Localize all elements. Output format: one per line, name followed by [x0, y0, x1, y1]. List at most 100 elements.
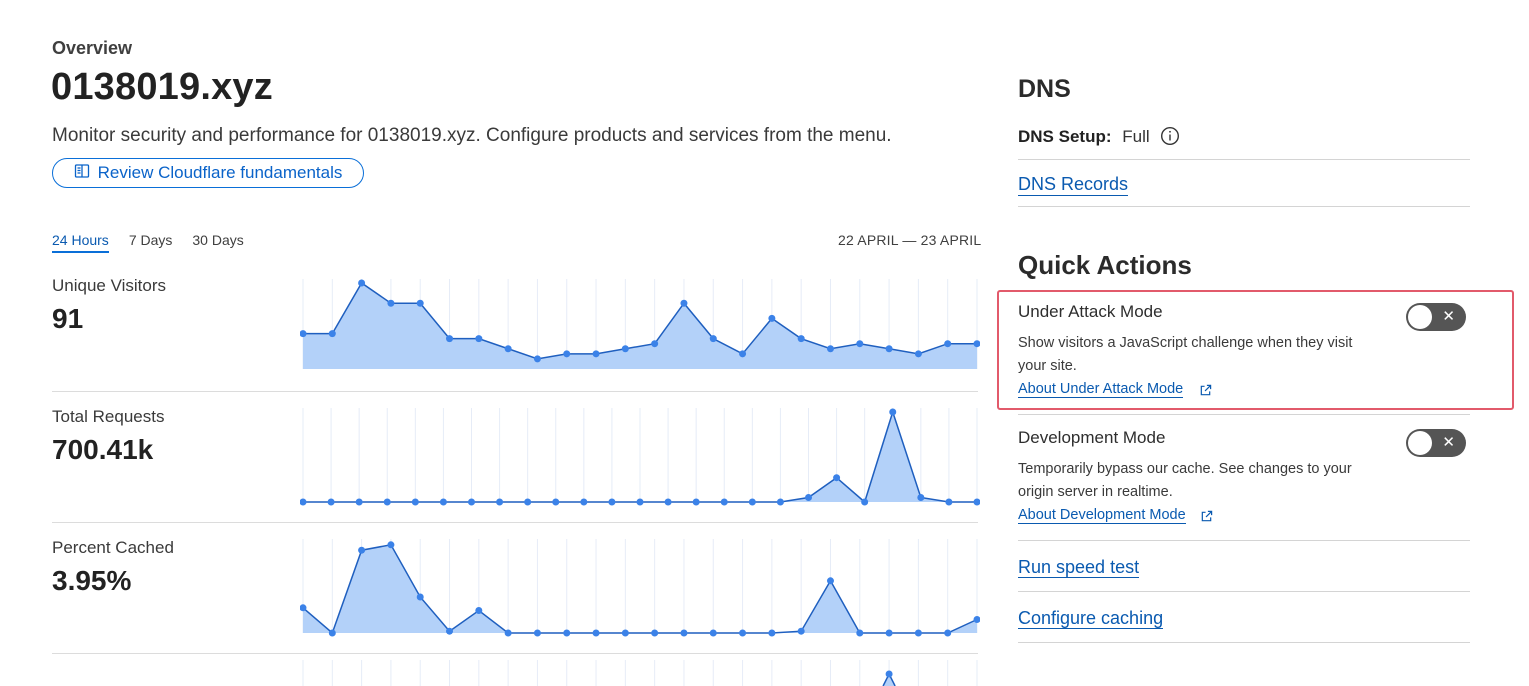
dev-mode-title: Development Mode	[1018, 428, 1166, 447]
data-point	[327, 498, 335, 506]
metric-percent-cached: Percent Cached 3.95%	[52, 523, 980, 654]
data-point	[914, 350, 922, 358]
data-point	[475, 335, 483, 343]
data-point	[636, 498, 644, 506]
divider	[1018, 642, 1470, 643]
percent-cached-chart	[300, 539, 980, 637]
data-point	[524, 498, 532, 506]
under-attack-toggle[interactable]: ✕	[1406, 303, 1466, 331]
under-attack-link-label: About Under Attack Mode	[1018, 381, 1184, 397]
dev-mode-link[interactable]: About Development Mode	[1018, 507, 1186, 524]
review-fundamentals-label: Review Cloudflare fundamentals	[97, 163, 343, 182]
data-point	[533, 355, 541, 363]
data-point	[387, 541, 395, 549]
data-point	[914, 629, 922, 637]
metric-label: Total Requests	[52, 407, 165, 426]
under-attack-title: Under Attack Mode	[1018, 302, 1163, 321]
data-point	[608, 498, 616, 506]
metric-value: 3.95%	[52, 565, 132, 596]
quick-actions-title: Quick Actions	[1018, 250, 1192, 280]
under-attack-description: Show visitors a JavaScript challenge whe…	[1018, 335, 1353, 374]
zone-description: Monitor security and performance for 013…	[52, 125, 892, 146]
data-point	[563, 629, 571, 637]
zone-title: 0138019.xyz	[51, 66, 273, 108]
metric-chart-partial	[300, 655, 980, 686]
series-area	[303, 544, 977, 633]
data-point	[621, 345, 629, 353]
data-point	[533, 629, 541, 637]
book-icon	[74, 163, 90, 184]
dev-mode-link-label: About Development Mode	[1018, 507, 1186, 523]
data-point	[856, 629, 864, 637]
data-point	[885, 670, 893, 678]
data-point	[664, 498, 672, 506]
data-point	[563, 350, 571, 358]
divider	[1018, 414, 1470, 415]
close-icon: ✕	[1442, 308, 1455, 325]
speed-test-row: Run speed test	[1018, 557, 1140, 578]
data-point	[856, 340, 864, 348]
data-point	[885, 345, 893, 353]
data-point	[496, 498, 504, 506]
unique-visitors-chart	[300, 279, 980, 369]
data-point	[300, 498, 307, 506]
toggle-knob	[1408, 305, 1432, 329]
data-point	[580, 498, 588, 506]
data-point	[358, 546, 366, 554]
dns-setup-value: Full	[1122, 127, 1150, 146]
data-point	[680, 629, 688, 637]
overview-label: Overview	[52, 38, 133, 58]
dns-setup: DNS Setup: Full	[1018, 126, 1470, 160]
data-point	[680, 299, 688, 307]
data-point	[416, 299, 424, 307]
data-point	[651, 340, 659, 348]
run-speed-test-link[interactable]: Run speed test	[1018, 557, 1140, 578]
tab-7-days[interactable]: 7 Days	[129, 232, 173, 253]
data-point	[797, 627, 805, 635]
data-point	[776, 498, 784, 506]
dev-mode-description: Temporarily bypass our cache. See change…	[1018, 461, 1352, 500]
review-fundamentals-button[interactable]: Review Cloudflare fundamentals	[52, 158, 364, 188]
data-point	[739, 629, 747, 637]
data-point	[504, 345, 512, 353]
metric-unique-visitors: Unique Visitors 91	[52, 261, 980, 392]
info-icon[interactable]	[1160, 126, 1180, 146]
data-point	[917, 494, 925, 501]
external-link-icon	[1200, 510, 1213, 528]
data-point	[592, 629, 600, 637]
dev-mode-item: Development Mode Temporarily bypass our …	[1018, 428, 1470, 524]
dev-mode-toggle[interactable]: ✕	[1406, 429, 1466, 457]
data-point	[552, 498, 560, 506]
data-point	[651, 629, 659, 637]
tab-24-hours[interactable]: 24 Hours	[52, 232, 109, 253]
dns-records-row: DNS Records	[1018, 160, 1470, 207]
data-point	[383, 498, 391, 506]
data-point	[411, 498, 419, 506]
tab-30-days[interactable]: 30 Days	[192, 232, 243, 253]
data-point	[446, 627, 454, 635]
under-attack-link[interactable]: About Under Attack Mode	[1018, 381, 1184, 398]
data-point	[504, 629, 512, 637]
data-point	[826, 577, 834, 585]
metric-value: 91	[52, 303, 84, 334]
data-point	[720, 498, 728, 506]
data-point	[768, 629, 776, 637]
close-icon: ✕	[1442, 434, 1455, 451]
data-point	[387, 299, 395, 307]
data-point	[944, 340, 952, 348]
data-point	[468, 498, 475, 506]
data-point	[973, 498, 980, 506]
data-point	[692, 498, 700, 506]
under-attack-item: Under Attack Mode Show visitors a JavaSc…	[1018, 302, 1470, 398]
series-area	[303, 283, 977, 369]
configure-caching-link[interactable]: Configure caching	[1018, 608, 1164, 629]
data-point	[358, 279, 366, 287]
data-point	[768, 314, 776, 322]
data-point	[805, 494, 812, 501]
dns-records-link[interactable]: DNS Records	[1018, 174, 1129, 196]
data-point	[709, 335, 717, 343]
data-point	[797, 335, 805, 343]
partial-chart	[302, 660, 978, 686]
metric-value: 700.41k	[52, 434, 154, 465]
data-point	[328, 330, 336, 338]
